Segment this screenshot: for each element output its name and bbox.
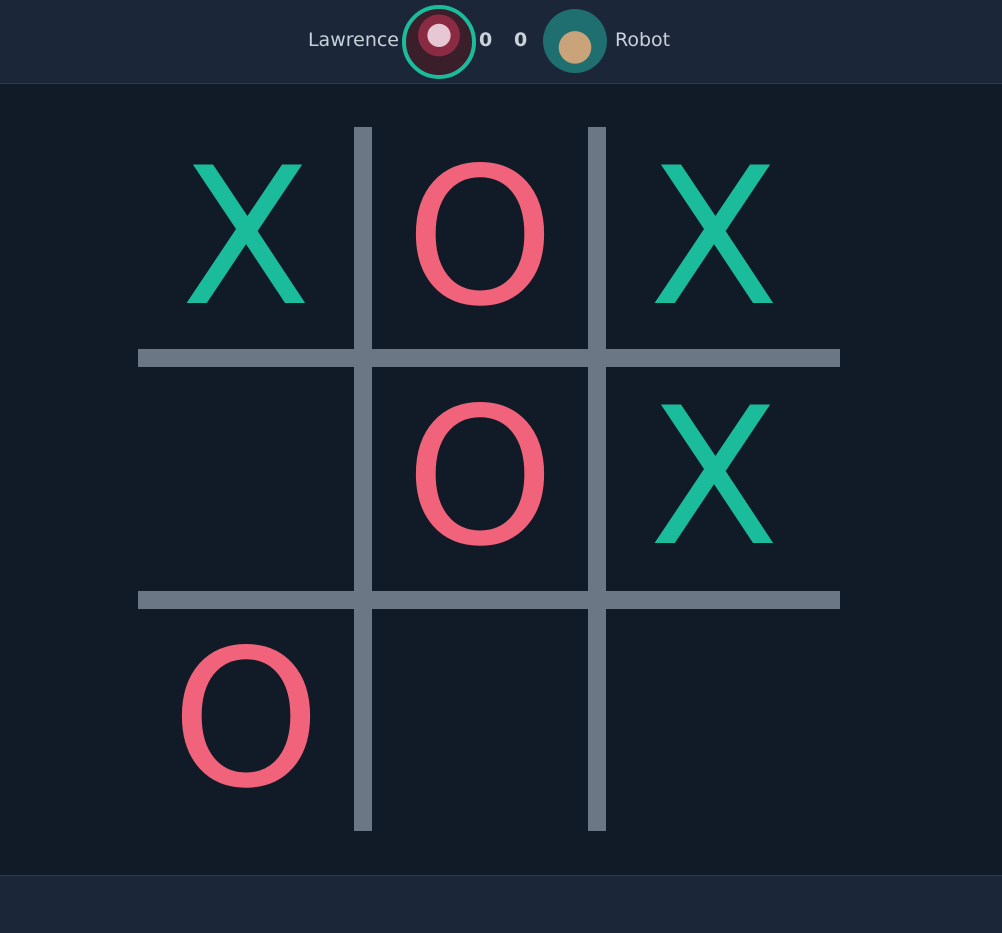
grid-line-vertical-2 bbox=[588, 127, 606, 831]
grid-line-horizontal-1 bbox=[138, 349, 840, 367]
board-cell-8[interactable] bbox=[372, 609, 588, 831]
board-cell-1[interactable]: X bbox=[138, 127, 354, 349]
player1-avatar bbox=[402, 5, 476, 79]
player1-name: Lawrence bbox=[307, 29, 399, 51]
footer-bar bbox=[0, 875, 1002, 933]
grid-line-horizontal-2 bbox=[138, 591, 840, 609]
grid-line-vertical-1 bbox=[354, 127, 372, 831]
scoreboard-bar: Lawrence 0 0 Robot bbox=[0, 0, 1002, 84]
board-cell-7[interactable]: O bbox=[138, 609, 354, 831]
board-cell-2[interactable]: O bbox=[372, 127, 588, 349]
board-cell-5[interactable]: O bbox=[372, 367, 588, 589]
player1-score: 0 bbox=[479, 29, 493, 51]
board-cell-6[interactable]: X bbox=[606, 367, 822, 589]
board-cell-4[interactable] bbox=[138, 367, 354, 589]
player2-score: 0 bbox=[514, 29, 528, 51]
game-board: X O X O X O bbox=[0, 84, 1002, 875]
board-cell-3[interactable]: X bbox=[606, 127, 822, 349]
board-cell-9[interactable] bbox=[606, 609, 822, 831]
player2-avatar bbox=[543, 9, 607, 73]
player2-name: Robot bbox=[615, 29, 671, 51]
